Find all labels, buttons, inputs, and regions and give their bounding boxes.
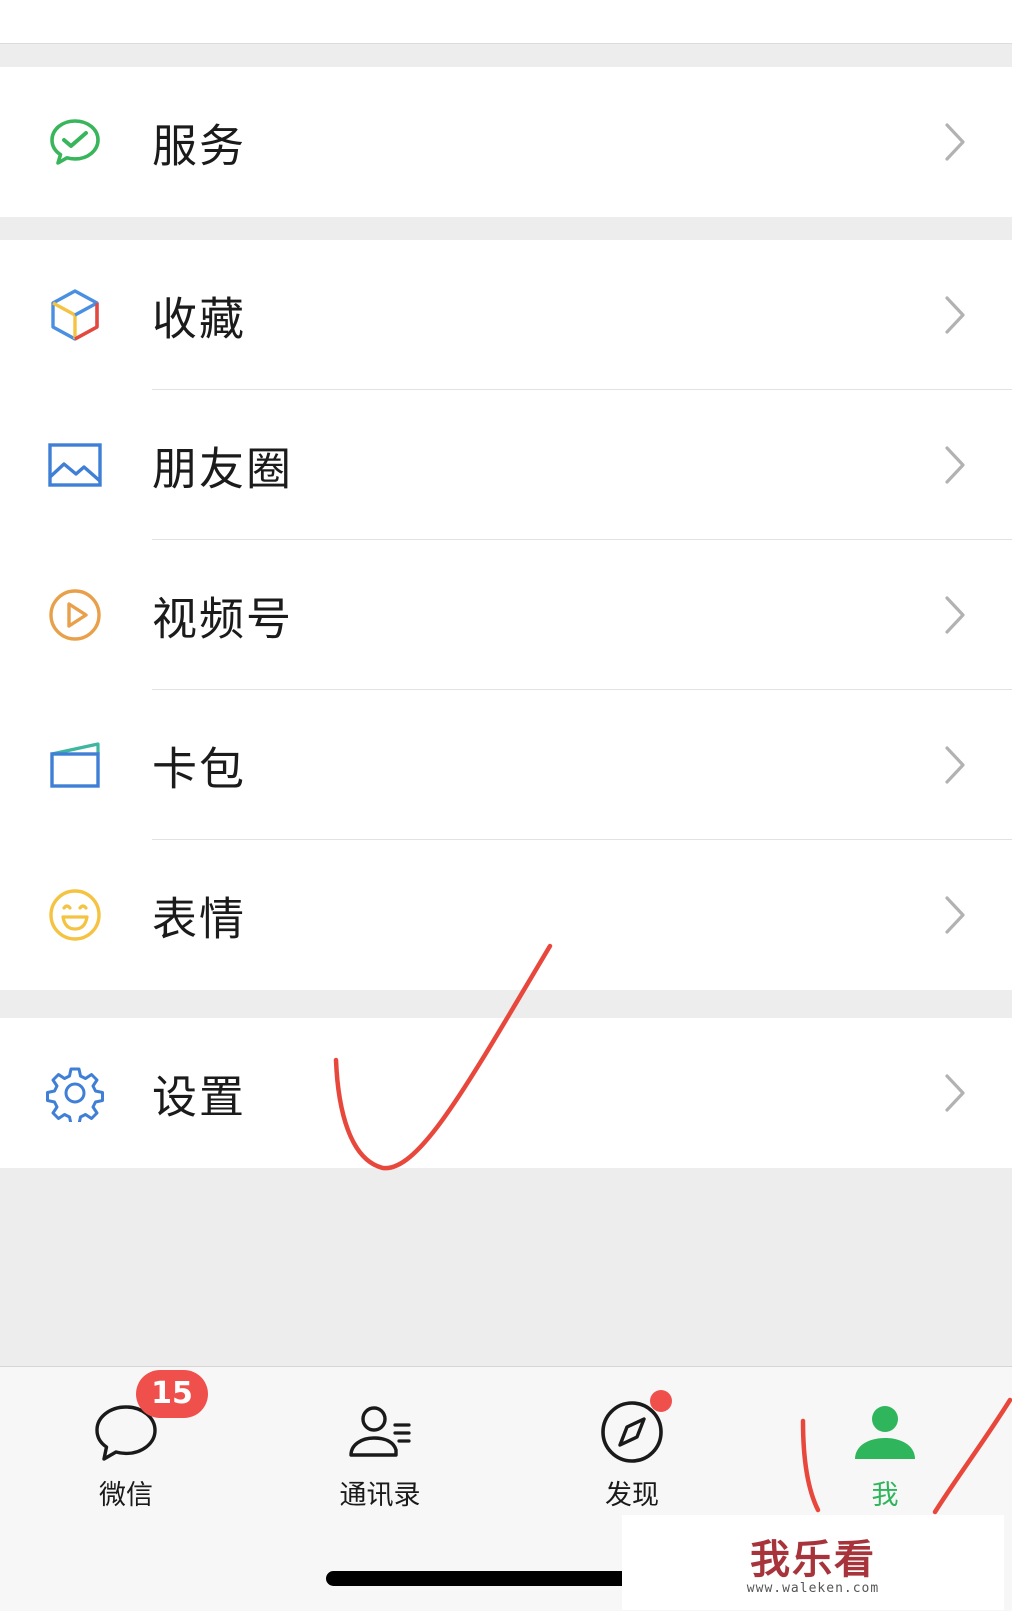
tab-discover[interactable]: 发现 bbox=[552, 1367, 712, 1511]
new-dot-indicator bbox=[650, 1390, 672, 1412]
unread-badge: 15 bbox=[136, 1370, 208, 1418]
menu-item-card-wallet[interactable]: 卡包 bbox=[0, 690, 1012, 840]
cube-icon bbox=[46, 286, 104, 344]
chevron-right-icon bbox=[944, 1073, 966, 1113]
menu-item-label: 卡包 bbox=[152, 742, 247, 796]
watermark-title: 我乐看 bbox=[750, 1537, 876, 1583]
menu-item-label: 表情 bbox=[152, 892, 247, 946]
menu-item-label: 朋友圈 bbox=[152, 442, 294, 496]
chevron-right-icon bbox=[944, 295, 966, 335]
image-icon bbox=[46, 436, 104, 494]
tab-me[interactable]: 我 bbox=[805, 1367, 965, 1511]
smiley-icon bbox=[46, 886, 104, 944]
menu-item-settings[interactable]: 设置 bbox=[0, 1018, 1012, 1168]
chevron-right-icon bbox=[944, 895, 966, 935]
gear-icon bbox=[46, 1064, 104, 1122]
features-group: 收藏 朋友圈 视频号 卡包 表情 bbox=[0, 240, 1012, 990]
menu-item-label: 服务 bbox=[152, 119, 247, 173]
menu-item-favorites[interactable]: 收藏 bbox=[0, 240, 1012, 390]
menu-item-stickers[interactable]: 表情 bbox=[0, 840, 1012, 990]
menu-item-service[interactable]: 服务 bbox=[0, 67, 1012, 217]
tab-label: 通讯录 bbox=[339, 1480, 421, 1511]
tab-label: 发现 bbox=[605, 1480, 659, 1511]
contacts-icon bbox=[345, 1397, 415, 1467]
menu-item-label: 视频号 bbox=[152, 592, 294, 646]
menu-item-label: 收藏 bbox=[152, 292, 247, 346]
menu-item-moments[interactable]: 朋友圈 bbox=[0, 390, 1012, 540]
service-group: 服务 bbox=[0, 67, 1012, 217]
chevron-right-icon bbox=[944, 445, 966, 485]
chevron-right-icon bbox=[944, 122, 966, 162]
card-wallet-icon bbox=[46, 736, 104, 794]
tab-contacts[interactable]: 通讯录 bbox=[300, 1367, 460, 1511]
chevron-right-icon bbox=[944, 745, 966, 785]
person-icon bbox=[850, 1397, 920, 1467]
wechat-pay-check-icon bbox=[46, 113, 104, 171]
play-circle-icon bbox=[46, 586, 104, 644]
menu-item-channels[interactable]: 视频号 bbox=[0, 540, 1012, 690]
watermark-url: www.waleken.com bbox=[746, 1581, 880, 1596]
tab-label: 我 bbox=[871, 1480, 899, 1511]
top-strip bbox=[0, 0, 1012, 44]
tab-label: 微信 bbox=[99, 1480, 153, 1511]
settings-group: 设置 bbox=[0, 1018, 1012, 1168]
menu-item-label: 设置 bbox=[152, 1070, 247, 1124]
watermark: 我乐看 www.waleken.com bbox=[622, 1515, 1004, 1610]
chevron-right-icon bbox=[944, 595, 966, 635]
